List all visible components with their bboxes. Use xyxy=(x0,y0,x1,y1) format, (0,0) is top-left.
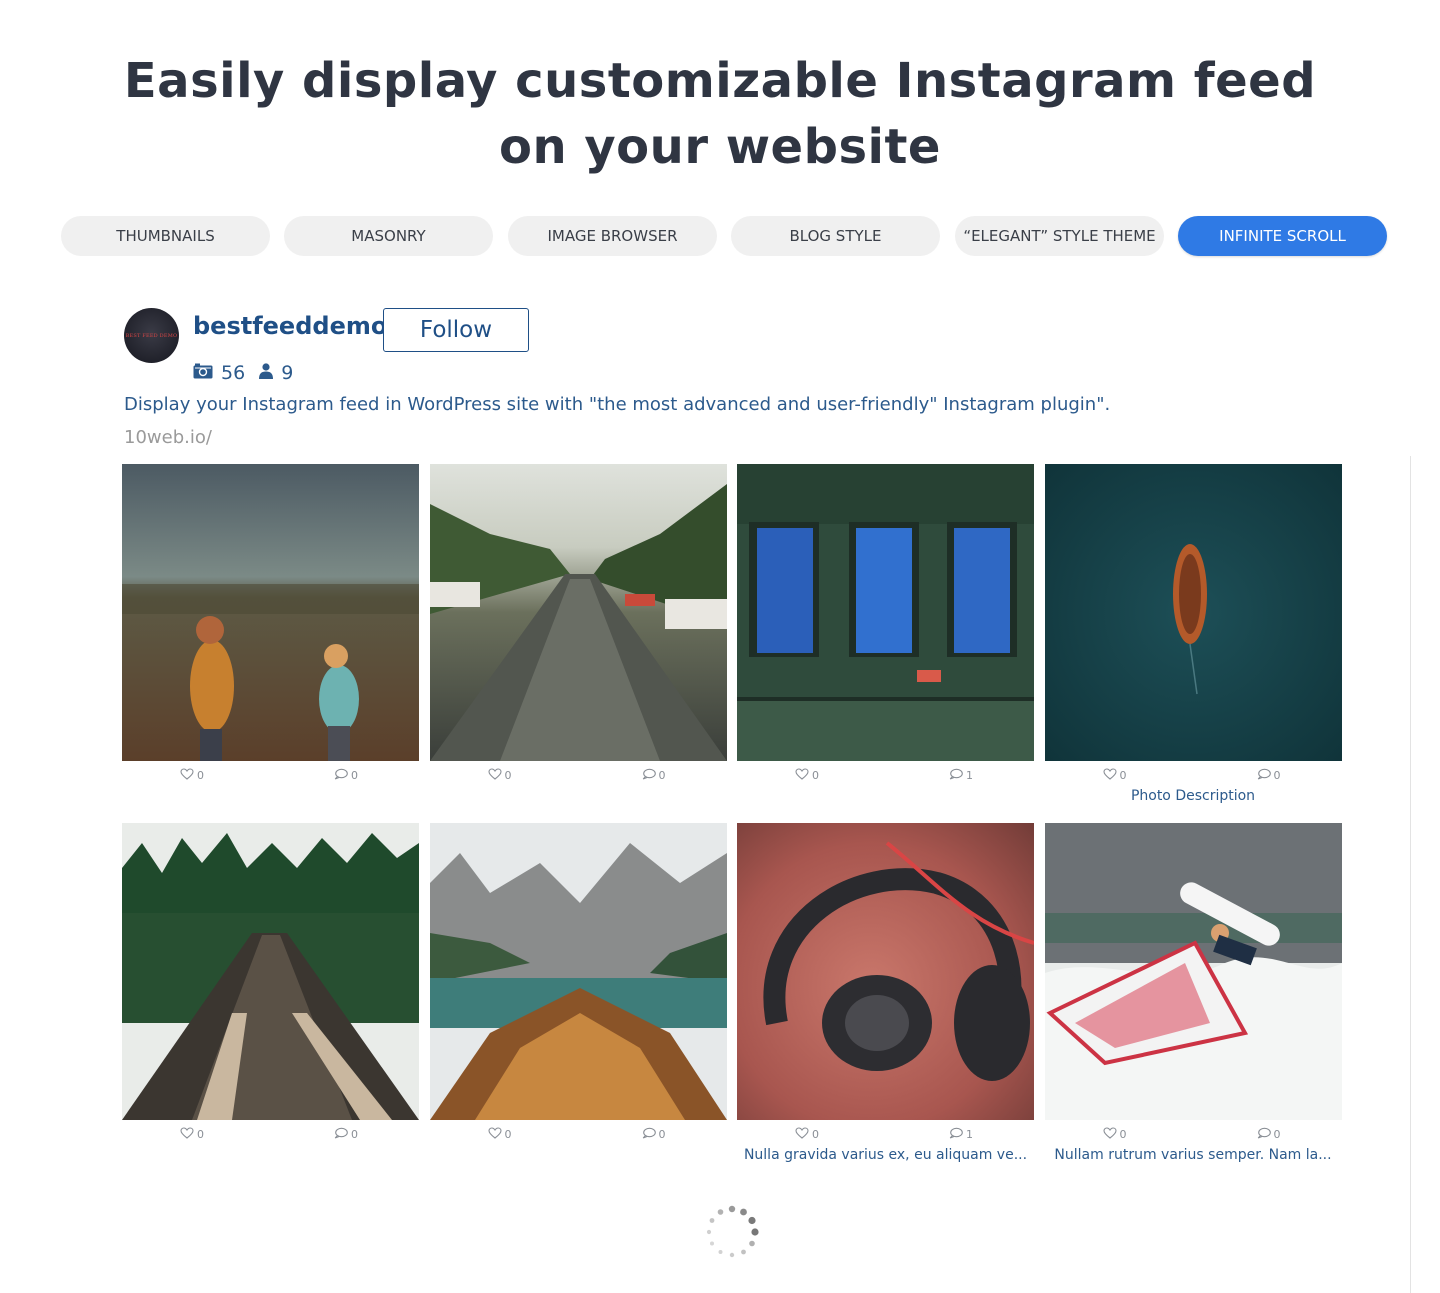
comment-icon xyxy=(949,1127,963,1142)
comments[interactable]: 0 xyxy=(1257,768,1281,783)
comments[interactable]: 0 xyxy=(642,1127,666,1142)
likes-count: 0 xyxy=(504,769,512,782)
posts-count: 56 xyxy=(221,362,246,384)
comment-icon xyxy=(1257,768,1271,783)
tab-blog-style[interactable]: BLOG STYLE xyxy=(731,216,940,256)
feed-item-meta: 0 0 xyxy=(1045,768,1342,788)
profile-bio: Display your Instagram feed in WordPress… xyxy=(124,394,1111,415)
comments[interactable]: 1 xyxy=(949,1127,973,1142)
tab-image-browser[interactable]: IMAGE BROWSER xyxy=(508,216,717,256)
profile-counts: 56 9 xyxy=(193,362,307,384)
likes[interactable]: 0 xyxy=(795,1127,819,1142)
camera-icon xyxy=(193,362,213,384)
comments[interactable]: 0 xyxy=(642,768,666,783)
tab-masonry[interactable]: MASONRY xyxy=(284,216,493,256)
loading-spinner-icon xyxy=(704,1204,760,1260)
likes[interactable]: 0 xyxy=(180,1127,204,1142)
likes-count: 0 xyxy=(812,1128,819,1141)
tab-thumbnails[interactable]: THUMBNAILS xyxy=(61,216,270,256)
feed-photo[interactable] xyxy=(122,464,419,761)
comments-count: 1 xyxy=(966,1128,973,1141)
feed-photo[interactable] xyxy=(1044,464,1342,761)
comment-icon xyxy=(949,768,963,783)
feed-photo[interactable] xyxy=(737,464,1034,761)
feed-item-meta: 0 1 xyxy=(737,1127,1034,1147)
comment-icon xyxy=(334,768,348,783)
feed-photo[interactable] xyxy=(737,823,1034,1120)
likes-count: 0 xyxy=(1119,1128,1127,1141)
user-icon xyxy=(259,362,274,384)
page-headline: Easily display customizable Instagram fe… xyxy=(0,48,1440,180)
layout-tabs: THUMBNAILS MASONRY IMAGE BROWSER BLOG ST… xyxy=(61,216,1388,256)
likes-count: 0 xyxy=(197,769,204,782)
feed-item-meta: 0 0 xyxy=(122,1127,419,1147)
comments-count: 0 xyxy=(1273,769,1281,782)
photo-description[interactable]: Nulla gravida varius ex, eu aliquam ve..… xyxy=(737,1147,1034,1163)
comments[interactable]: 1 xyxy=(949,768,973,783)
feed-item-meta: 0 0 xyxy=(1045,1127,1342,1147)
likes-count: 0 xyxy=(812,769,819,782)
heart-icon xyxy=(1102,768,1117,783)
profile-website-link[interactable]: 10web.io/ xyxy=(124,427,212,448)
likes[interactable]: 0 xyxy=(1102,1127,1127,1142)
comments-count: 0 xyxy=(658,769,666,782)
feed-item[interactable]: 0 0 xyxy=(429,823,727,1147)
feed-item[interactable]: 0 0 xyxy=(429,464,727,788)
feed-item[interactable]: 0 0 xyxy=(122,464,419,788)
comments-count: 1 xyxy=(966,769,973,782)
tab-elegant-style-theme[interactable]: “ELEGANT” STYLE THEME xyxy=(955,216,1164,256)
feed-item-meta: 0 1 xyxy=(737,768,1034,788)
heart-icon xyxy=(1102,1127,1117,1142)
comments-count: 0 xyxy=(1273,1128,1281,1141)
heart-icon xyxy=(487,768,502,783)
photo-description[interactable]: Photo Description xyxy=(1045,788,1342,804)
headline-line-1: Easily display customizable Instagram fe… xyxy=(123,53,1317,109)
feed-item[interactable]: 0 0 Nullam rutrum varius semper. Nam la.… xyxy=(1044,823,1342,1163)
feed-photo[interactable] xyxy=(1044,823,1342,1120)
tab-infinite-scroll[interactable]: INFINITE SCROLL xyxy=(1178,216,1387,256)
heart-icon xyxy=(487,1127,502,1142)
feed-item[interactable]: 0 1 xyxy=(737,464,1034,788)
feed-item-meta: 0 0 xyxy=(430,1127,727,1147)
comments[interactable]: 0 xyxy=(1257,1127,1281,1142)
comments-count: 0 xyxy=(658,1128,666,1141)
profile-username[interactable]: bestfeeddemo xyxy=(193,312,387,340)
scroll-track xyxy=(1410,456,1411,1293)
comment-icon xyxy=(642,768,656,783)
comments-count: 0 xyxy=(351,769,358,782)
likes[interactable]: 0 xyxy=(487,768,512,783)
likes-count: 0 xyxy=(1119,769,1127,782)
likes[interactable]: 0 xyxy=(1102,768,1127,783)
feed-item-meta: 0 0 xyxy=(122,768,419,788)
comment-icon xyxy=(1257,1127,1271,1142)
feed-item[interactable]: 0 1 Nulla gravida varius ex, eu aliquam … xyxy=(737,823,1034,1163)
likes[interactable]: 0 xyxy=(487,1127,512,1142)
feed-photo[interactable] xyxy=(122,823,419,1120)
heart-icon xyxy=(180,768,194,783)
avatar-logo-text: BEST FEED DEMO xyxy=(125,332,178,339)
comment-icon xyxy=(642,1127,656,1142)
feed-photo[interactable] xyxy=(429,464,727,761)
photo-description[interactable]: Nullam rutrum varius semper. Nam la... xyxy=(1045,1147,1342,1163)
feed-item-meta: 0 0 xyxy=(430,768,727,788)
heart-icon xyxy=(180,1127,194,1142)
avatar[interactable]: BEST FEED DEMO xyxy=(124,308,179,363)
follow-button[interactable]: Follow xyxy=(383,308,529,352)
headline-line-2: on your website xyxy=(499,119,941,175)
heart-icon xyxy=(795,1127,809,1142)
followers-count: 9 xyxy=(281,362,294,384)
likes-count: 0 xyxy=(504,1128,512,1141)
comments[interactable]: 0 xyxy=(334,1127,358,1142)
feed-item[interactable]: 0 0 Photo Description xyxy=(1044,464,1342,804)
feed-photo[interactable] xyxy=(429,823,727,1120)
feed-item[interactable]: 0 0 xyxy=(122,823,419,1147)
likes[interactable]: 0 xyxy=(795,768,819,783)
comments[interactable]: 0 xyxy=(334,768,358,783)
heart-icon xyxy=(795,768,809,783)
likes[interactable]: 0 xyxy=(180,768,204,783)
likes-count: 0 xyxy=(197,1128,204,1141)
comment-icon xyxy=(334,1127,348,1142)
comments-count: 0 xyxy=(351,1128,358,1141)
